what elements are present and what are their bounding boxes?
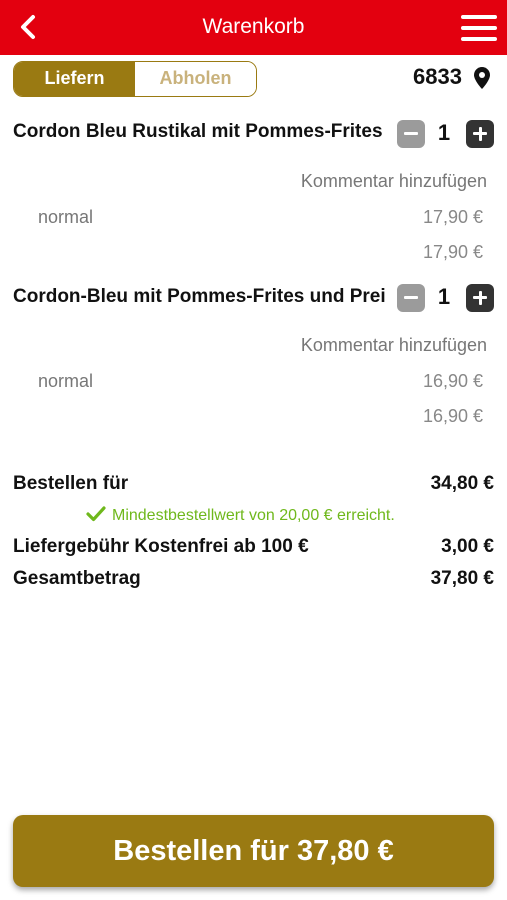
total-value: 37,80 € — [430, 568, 494, 589]
item-variant-price: 16,90 € — [422, 371, 483, 391]
increase-quantity-button[interactable] — [466, 284, 494, 312]
checkmark-icon — [86, 506, 106, 522]
decrease-quantity-button[interactable] — [397, 120, 425, 148]
item-name: Cordon Bleu Rustikal mit Pommes-Frites u — [13, 121, 385, 142]
tab-pickup[interactable]: Abholen — [135, 62, 256, 96]
item-variant: normal — [38, 371, 94, 391]
item-name: Cordon-Bleu mit Pommes-Frites und Preis — [13, 286, 385, 307]
delivery-fee-label: Liefergebühr Kostenfrei ab 100 € — [13, 536, 309, 557]
item-variant: normal — [38, 207, 94, 227]
item-quantity: 1 — [437, 284, 451, 309]
delivery-mode-toggle: Liefern Abholen — [13, 61, 257, 97]
item-total: 17,90 € — [422, 242, 483, 262]
tab-delivery[interactable]: Liefern — [14, 62, 135, 96]
item-quantity: 1 — [437, 120, 451, 145]
page-title: Warenkorb — [202, 15, 305, 38]
hamburger-menu-icon[interactable] — [461, 15, 497, 41]
decrease-quantity-button[interactable] — [397, 284, 425, 312]
subtotal-value: 34,80 € — [430, 473, 494, 494]
add-comment-link[interactable]: Kommentar hinzufügen — [301, 335, 487, 356]
total-label: Gesamtbetrag — [13, 568, 141, 589]
location-pin-icon[interactable] — [474, 67, 490, 89]
min-order-note: Mindestbestellwert von 20,00 € erreicht. — [86, 506, 395, 525]
min-order-text: Mindestbestellwert von 20,00 € erreicht. — [112, 507, 395, 524]
increase-quantity-button[interactable] — [466, 120, 494, 148]
item-total: 16,90 € — [422, 406, 483, 426]
add-comment-link[interactable]: Kommentar hinzufügen — [301, 171, 487, 192]
app-header: Warenkorb — [0, 0, 507, 55]
place-order-button[interactable]: Bestellen für 37,80 € — [13, 815, 494, 887]
subtotal-label: Bestellen für — [13, 473, 129, 494]
item-variant-price: 17,90 € — [422, 207, 483, 227]
postal-code[interactable]: 6833 — [413, 64, 462, 90]
delivery-fee-value: 3,00 € — [441, 536, 494, 557]
